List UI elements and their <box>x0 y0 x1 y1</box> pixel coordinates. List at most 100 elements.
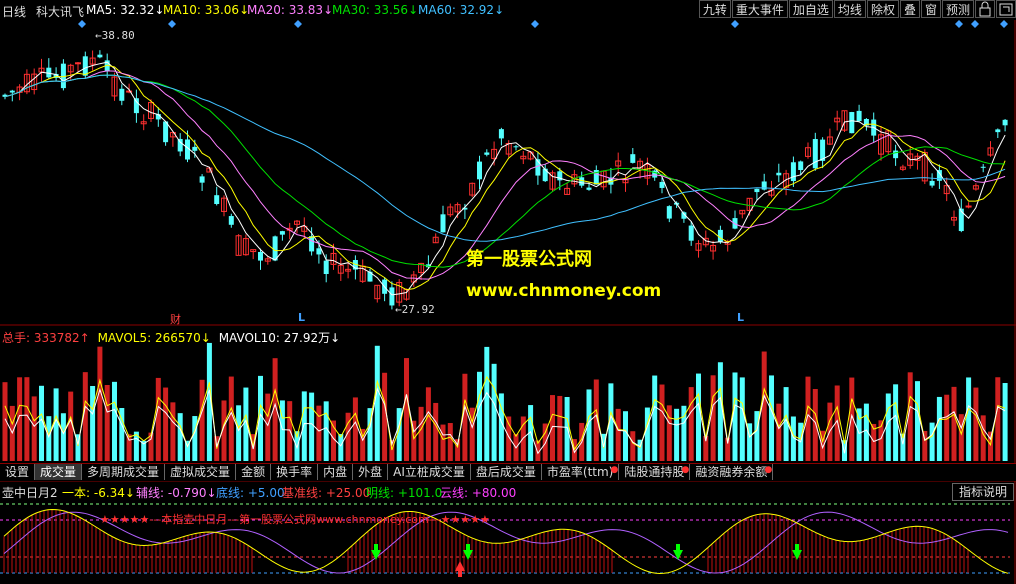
candle-body-down <box>279 231 285 235</box>
buy-signal-arrow-icon <box>676 544 680 550</box>
volume-bar-up <box>630 431 636 461</box>
volume-bar-up <box>199 379 205 461</box>
buy-signal-arrow-icon <box>374 544 378 550</box>
tab-volume[interactable]: 成交量 <box>35 464 83 480</box>
indicator-name[interactable]: 壶中日月2 <box>2 484 58 501</box>
tab-pe-ttm[interactable]: 市盈率(ttm) ● <box>542 464 620 480</box>
tab-multi-period-volume[interactable]: 多周期成交量 <box>82 464 166 480</box>
volume-bar-up <box>170 402 176 461</box>
volume-bar-up <box>104 385 110 461</box>
indicator-header: 壶中日月2 一本: -6.34↓ 辅线: -0.790↓ 底线: +5.00 基… <box>0 482 1016 501</box>
tab-settings[interactable]: 设置 <box>0 464 36 480</box>
volume-bar-up <box>163 387 169 461</box>
candle-body-down <box>995 129 1001 133</box>
candle-body-down <box>214 195 220 205</box>
period-label: 日线 <box>2 5 27 19</box>
window-button[interactable]: 窗 <box>920 0 941 18</box>
price-low-label: ←27.92 <box>395 303 435 316</box>
volume-bar-down <box>301 391 307 461</box>
tab-inner[interactable]: 内盘 <box>318 464 354 480</box>
volume-bar-down <box>60 413 66 461</box>
volume-header: 总手: 333782↑ MAVOL5: 266570↓ MAVOL10: 27.… <box>2 329 340 346</box>
jiuzhuan-button[interactable]: 九转 <box>698 0 731 18</box>
add-watchlist-button[interactable]: 加自选 <box>788 0 833 18</box>
candle-body-up <box>965 205 972 208</box>
candle-body-down <box>82 56 88 76</box>
volume-bar-down <box>966 377 972 461</box>
volume-bar-down <box>374 345 380 461</box>
candle-body-down <box>586 187 592 190</box>
candle-body-down <box>754 188 760 193</box>
candle-body-down <box>659 181 665 188</box>
volume-bar-down <box>936 396 942 461</box>
volume-bar-down <box>623 411 628 461</box>
major-events-button[interactable]: 重大事件 <box>731 0 788 18</box>
volume-bar-up <box>404 358 409 461</box>
volume-bar-down <box>90 385 96 461</box>
indicator-help-button[interactable]: 指标说明 <box>951 483 1014 501</box>
candle-body-down <box>688 225 694 241</box>
candle-body-down <box>630 154 636 163</box>
l-event-marker-2[interactable]: L <box>737 311 744 324</box>
tab-outer[interactable]: 外盘 <box>353 464 389 480</box>
event-diamond-icon <box>78 20 86 28</box>
volume-bar-up <box>433 402 439 461</box>
top-toolbar: 九转 重大事件 加自选 均线 除权 叠 窗 预测 <box>698 0 1016 20</box>
mavol10-readout: MAVOL10: 27.92万↓ <box>218 331 341 345</box>
volume-bar-down <box>769 375 774 461</box>
tab-virtual-volume[interactable]: 虚拟成交量 <box>165 464 237 480</box>
volume-bar-up <box>352 397 358 461</box>
candle-body-down <box>323 260 329 274</box>
candle-body-down <box>258 251 263 261</box>
candle-body-down <box>199 176 205 183</box>
volume-bar-up <box>812 389 818 461</box>
ex-rights-button[interactable]: 除权 <box>866 0 899 18</box>
tab-dot-icon: ● <box>764 465 773 475</box>
l-event-marker-1[interactable]: L <box>298 311 305 324</box>
tab-northbound-holding[interactable]: 陆股通持股 ● <box>619 464 691 480</box>
tab-amount[interactable]: 金额 <box>236 464 272 480</box>
volume-bar-up <box>265 393 271 461</box>
price-high-label: ←38.80 <box>95 29 135 42</box>
volume-bar-down <box>177 413 183 461</box>
volume-bar-down <box>112 381 117 461</box>
expand-icon[interactable] <box>996 0 1016 18</box>
ma30-readout: MA30: 33.56↓ <box>332 3 419 17</box>
ma60-readout: MA60: 32.92↓ <box>418 3 505 17</box>
tab-turnover[interactable]: 换手率 <box>271 464 319 480</box>
indicator-banner: ★★★★★---本指壶中日月---第一股票公式网www.chnmoney.com… <box>100 513 490 526</box>
event-diamond-icon <box>1000 20 1008 28</box>
buy-signal-arrow-icon <box>466 544 470 550</box>
ma60-line <box>4 74 1006 242</box>
candle-body-down <box>717 229 723 242</box>
overlay-button[interactable]: 叠 <box>899 0 920 18</box>
candle-body-down <box>849 112 855 134</box>
volume-bar-down <box>856 408 862 461</box>
finance-event-marker[interactable]: 财 <box>170 311 181 327</box>
fuxian-readout: 辅线: -0.790↓ <box>136 486 217 500</box>
moving-average-button[interactable]: 均线 <box>833 0 866 18</box>
volume-bar-up <box>447 423 453 461</box>
candle-body-down <box>119 88 125 101</box>
tab-ai-volume[interactable]: AI立桩成交量 <box>388 464 471 480</box>
volume-bar-up <box>155 377 161 461</box>
candle-body-down <box>790 162 796 182</box>
candle-body-down <box>1002 119 1008 126</box>
candle-body-down <box>579 177 585 186</box>
candle-body-down <box>477 161 482 180</box>
stock-name[interactable]: 科大讯飞 <box>36 3 84 20</box>
jizhun-readout: 基准线: +25.00 <box>282 486 371 500</box>
volume-bar-up <box>382 372 388 461</box>
tab-after-hours-volume[interactable]: 盘后成交量 <box>471 464 542 480</box>
buy-signal-arrow-icon <box>673 550 683 560</box>
lock-icon[interactable] <box>975 0 995 18</box>
candle-body-down <box>272 236 278 261</box>
forecast-button[interactable]: 预测 <box>941 0 974 18</box>
candle-body-down <box>389 287 395 306</box>
tab-margin-balance[interactable]: 融资融券余额 ● <box>690 464 774 480</box>
volume-bar-down <box>338 434 344 461</box>
volume-bar-down <box>192 416 198 461</box>
indicator-tabs: 设置 成交量 多周期成交量 虚拟成交量 金额 换手率 内盘 外盘 AI立桩成交量… <box>0 463 1016 481</box>
candle-body-down <box>177 138 183 152</box>
candle-body-down <box>9 90 15 93</box>
